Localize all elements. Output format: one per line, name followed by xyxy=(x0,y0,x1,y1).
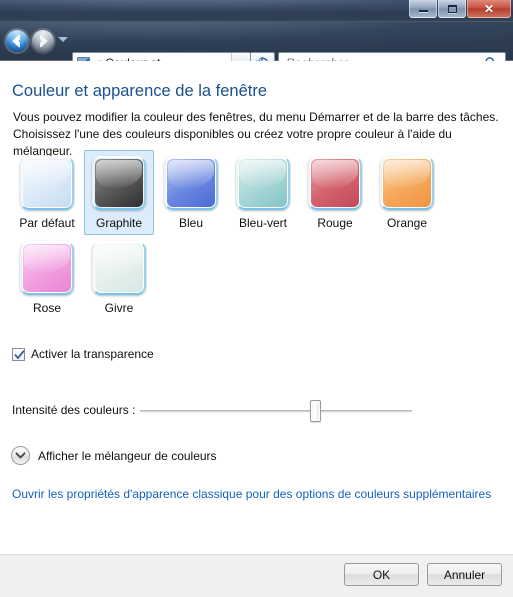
minimize-button[interactable] xyxy=(409,0,437,18)
color-swatch-3[interactable]: Bleu xyxy=(156,150,226,235)
color-swatch-8[interactable]: Givre xyxy=(84,235,154,320)
swatch-tile xyxy=(380,156,434,210)
content-area: Couleur et apparence de la fenêtre Vous … xyxy=(0,61,513,554)
swatch-row-2: Rose Givre xyxy=(12,235,482,320)
forward-arrow-icon xyxy=(40,34,48,48)
back-button[interactable] xyxy=(6,30,28,52)
swatch-label: Givre xyxy=(104,301,134,315)
close-icon: ✕ xyxy=(483,1,495,16)
swatch-tile xyxy=(308,156,362,210)
swatch-label: Rouge xyxy=(317,216,353,230)
swatch-tile xyxy=(236,156,290,210)
swatch-tile xyxy=(20,241,74,295)
transparency-label: Activer la transparence xyxy=(31,347,154,361)
color-swatch-6[interactable]: Orange xyxy=(372,150,442,235)
cancel-button[interactable]: Annuler xyxy=(427,563,502,586)
swatch-tile xyxy=(92,241,146,295)
minimize-icon xyxy=(410,0,436,17)
color-intensity-slider-row: Intensité des couleurs : xyxy=(12,400,412,422)
title-bar: ✕ xyxy=(0,0,513,22)
swatch-row-1: Par défaut Graphite Bleu Bleu-vert Rouge Oran… xyxy=(12,150,482,235)
recent-pages-button[interactable] xyxy=(58,37,68,42)
intensity-slider-track[interactable] xyxy=(140,410,412,413)
color-mixer-label: Afficher le mélangeur de couleurs xyxy=(38,448,217,463)
swatch-label: Par défaut xyxy=(19,216,75,230)
color-swatch-5[interactable]: Rouge xyxy=(300,150,370,235)
chevron-down-icon[interactable] xyxy=(11,446,30,465)
transparency-checkbox[interactable] xyxy=(12,347,25,361)
window-controls: ✕ xyxy=(408,0,511,20)
swatch-label: Graphite xyxy=(95,216,143,230)
close-button[interactable]: ✕ xyxy=(467,0,511,18)
color-mixer-expander[interactable]: Afficher le mélangeur de couleurs xyxy=(11,446,217,465)
checkmark-icon xyxy=(14,349,25,359)
classic-appearance-link[interactable]: Ouvrir les propriétés d'apparence classi… xyxy=(12,487,491,501)
intensity-slider-thumb[interactable] xyxy=(309,400,321,422)
swatch-label: Orange xyxy=(386,216,428,230)
back-arrow-icon xyxy=(12,34,20,48)
color-swatch-7[interactable]: Rose xyxy=(12,235,82,320)
maximize-button[interactable] xyxy=(438,0,466,18)
swatch-tile xyxy=(164,156,218,210)
swatch-label: Bleu-vert xyxy=(238,216,288,230)
swatch-tile xyxy=(20,156,74,210)
color-swatch-1[interactable]: Par défaut xyxy=(12,150,82,235)
window-root: ✕ Rechercher Couleur et apparence de la … xyxy=(0,0,513,597)
maximize-icon xyxy=(439,0,465,17)
dialog-footer: OK Annuler xyxy=(0,554,513,597)
page-title: Couleur et apparence de la fenêtre xyxy=(12,82,268,100)
ok-button[interactable]: OK xyxy=(344,563,419,586)
forward-button[interactable] xyxy=(32,30,54,52)
color-swatch-4[interactable]: Bleu-vert xyxy=(228,150,298,235)
transparency-checkbox-row[interactable]: Activer la transparence xyxy=(12,347,154,361)
swatch-label: Rose xyxy=(32,301,61,315)
navigation-bar: « Couleur et... xyxy=(0,22,513,74)
swatch-label: Bleu xyxy=(178,216,204,230)
intensity-label: Intensité des couleurs : xyxy=(12,403,136,417)
swatch-tile xyxy=(92,156,146,210)
color-swatch-grid: Par défaut Graphite Bleu Bleu-vert Rouge Oran… xyxy=(12,150,482,320)
color-swatch-2[interactable]: Graphite xyxy=(84,150,154,235)
